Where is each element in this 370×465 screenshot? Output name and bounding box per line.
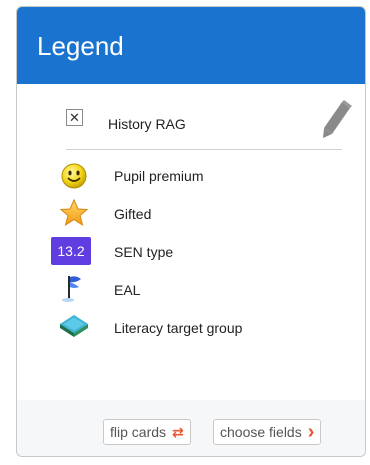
smiley-icon bbox=[57, 161, 91, 191]
filter-label: History RAG bbox=[108, 116, 186, 132]
pencil-icon[interactable] bbox=[320, 100, 354, 142]
flip-cards-button[interactable]: flip cards ⇄ bbox=[103, 419, 191, 445]
item-label-literacy-target-group: Literacy target group bbox=[114, 320, 243, 336]
flag-icon bbox=[57, 273, 91, 303]
swap-arrows-icon: ⇄ bbox=[172, 423, 184, 440]
legend-panel: Legend ✕ History RAG Pupil premium Gifte… bbox=[16, 6, 366, 457]
divider bbox=[66, 149, 342, 150]
book-icon bbox=[57, 311, 91, 341]
remove-filter-button[interactable]: ✕ bbox=[66, 109, 83, 126]
choose-fields-button[interactable]: choose fields › bbox=[213, 419, 322, 445]
legend-title: Legend bbox=[37, 31, 124, 61]
item-label-eal: EAL bbox=[114, 282, 141, 298]
star-icon bbox=[57, 198, 91, 228]
item-label-pupil-premium: Pupil premium bbox=[114, 168, 204, 184]
flip-cards-label: flip cards bbox=[110, 424, 167, 440]
sen-badge: 13.2 bbox=[50, 236, 92, 266]
item-label-sen-type: SEN type bbox=[114, 244, 174, 260]
legend-header: Legend bbox=[17, 7, 365, 84]
sen-badge-value: 13.2 bbox=[51, 237, 91, 265]
item-label-gifted: Gifted bbox=[114, 206, 152, 222]
chevron-right-icon: › bbox=[307, 421, 315, 443]
choose-fields-label: choose fields bbox=[220, 424, 302, 440]
